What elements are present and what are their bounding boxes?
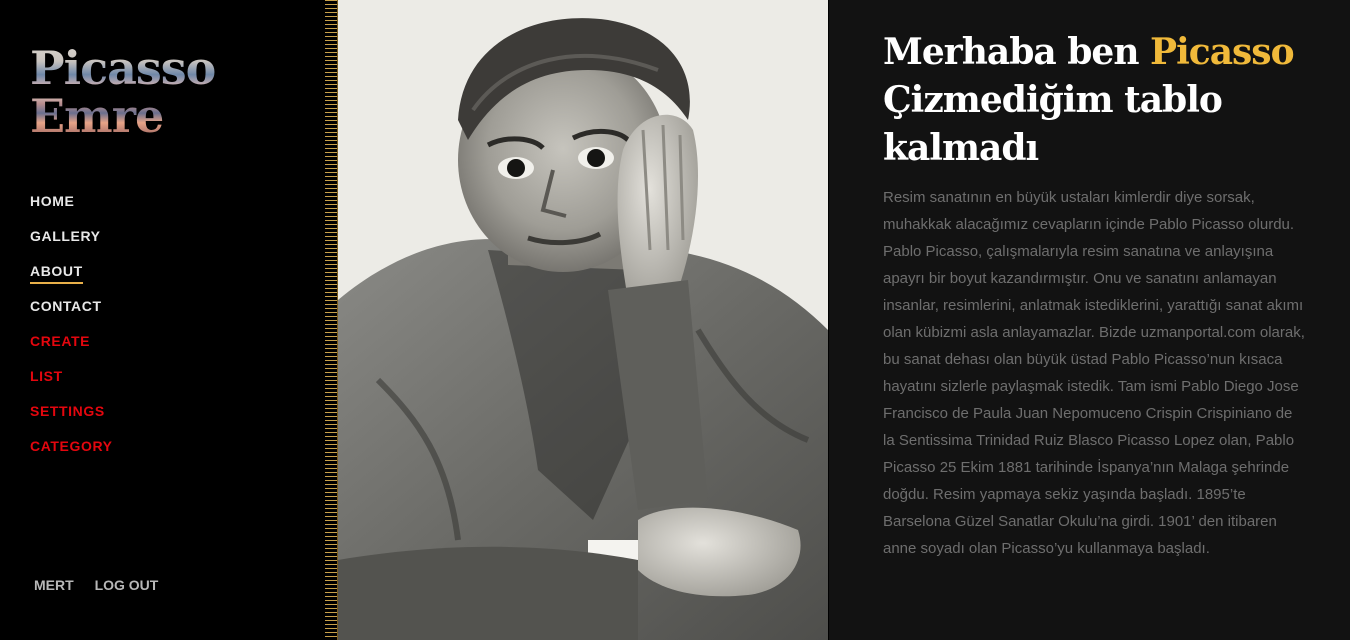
page-title: Merhaba ben Picasso Çizmediğim tablo kal… (883, 28, 1343, 172)
nav-item-contact[interactable]: CONTACT (30, 298, 113, 333)
logo-line-1: Picasso (30, 41, 216, 95)
sidebar: Picasso Emre HOME GALLERY ABOUT CONTACT … (0, 0, 325, 640)
site-logo[interactable]: Picasso Emre (30, 44, 215, 140)
title-line-2: Çizmediğim tablo kalmadı (883, 79, 1223, 170)
page: Picasso Emre HOME GALLERY ABOUT CONTACT … (0, 0, 1350, 640)
logo-line-2: Emre (30, 89, 164, 143)
nav-item-settings[interactable]: SETTINGS (30, 403, 113, 438)
nav-item-create[interactable]: CREATE (30, 333, 113, 368)
nav-item-list[interactable]: LIST (30, 368, 113, 403)
nav-item-about[interactable]: ABOUT (30, 263, 113, 298)
title-accent: Picasso (1150, 31, 1295, 74)
nav-item-gallery[interactable]: GALLERY (30, 228, 113, 263)
nav-item-home[interactable]: HOME (30, 193, 113, 228)
user-profile-link[interactable]: MERT (34, 577, 74, 593)
portrait-photo (338, 0, 828, 640)
decorative-ruler (325, 0, 338, 640)
nav-item-category[interactable]: CATEGORY (30, 438, 113, 473)
title-prefix: Merhaba ben (883, 31, 1151, 74)
about-content: Merhaba ben Picasso Çizmediğim tablo kal… (829, 0, 1350, 640)
user-links: MERT LOG OUT (34, 577, 175, 593)
about-body-text: Resim sanatının en büyük ustaları kimler… (883, 189, 1305, 557)
main-nav: HOME GALLERY ABOUT CONTACT CREATE LIST S… (30, 193, 113, 473)
logout-link[interactable]: LOG OUT (95, 577, 159, 593)
